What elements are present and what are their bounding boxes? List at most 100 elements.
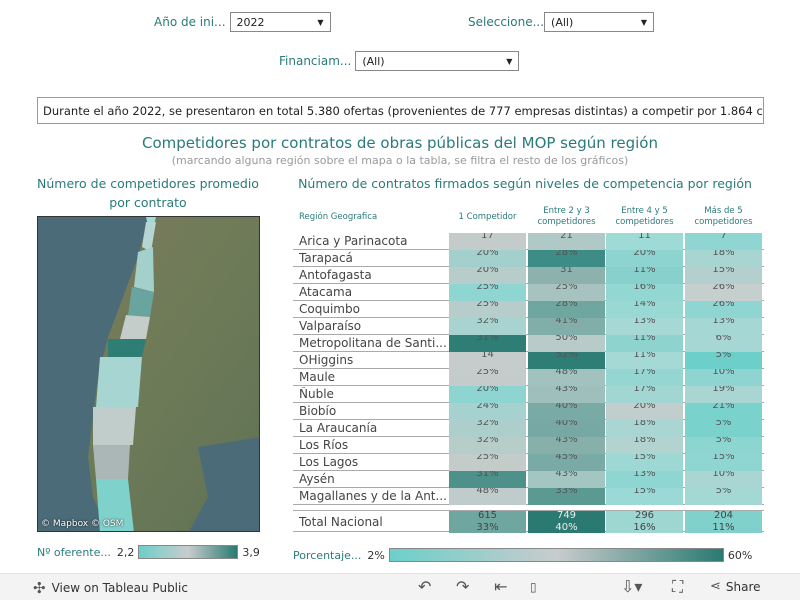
table-cell[interactable]: 32% (449, 437, 526, 454)
total-cell[interactable]: 204 11% (685, 511, 762, 533)
table-cell[interactable]: 13% (685, 318, 762, 335)
table-row[interactable]: 20% 43% 17% 19% Ñuble (293, 386, 764, 403)
region-map[interactable]: © Mapbox © OSM (37, 216, 260, 532)
share-button[interactable]: ⋖ Share (710, 579, 761, 594)
table-cell[interactable]: 10% (685, 369, 762, 386)
table-cell[interactable]: 28% (528, 301, 605, 318)
table-cell[interactable]: 11% (606, 335, 683, 352)
table-cell[interactable]: 25% (449, 454, 526, 471)
table-cell[interactable]: 43% (528, 386, 605, 403)
year-dropdown[interactable]: 2022 ▼ (229, 12, 331, 32)
table-cell[interactable]: 40% (528, 403, 605, 420)
table-cell[interactable]: 18% (606, 437, 683, 454)
region-atacama[interactable] (128, 287, 154, 317)
region-metropolitana[interactable] (108, 339, 146, 357)
table-row[interactable]: 32% 41% 13% 13% Valparaíso (293, 318, 764, 335)
table-cell[interactable]: 45% (528, 454, 605, 471)
table-cell[interactable]: 20% (449, 386, 526, 403)
table-cell[interactable]: 15% (685, 454, 762, 471)
redo-icon[interactable]: ↷ (456, 577, 469, 596)
table-cell[interactable]: 28% (528, 250, 605, 267)
table-row[interactable]: 25% 25% 16% 26% Atacama (293, 284, 764, 301)
table-row[interactable]: 20% 31 11% 15% Antofagasta (293, 267, 764, 284)
table-cell[interactable]: 25% (449, 301, 526, 318)
table-cell[interactable]: 18% (606, 420, 683, 437)
table-cell[interactable]: 26% (685, 284, 762, 301)
table-cell[interactable]: 48% (449, 488, 526, 505)
table-row[interactable]: 14 52% 11% 5% OHiggins (293, 352, 764, 369)
table-cell[interactable]: 17% (606, 369, 683, 386)
table-cell[interactable]: 17% (606, 386, 683, 403)
region-central[interactable] (96, 357, 142, 407)
table-cell[interactable]: 6% (685, 335, 762, 352)
selection-dropdown[interactable]: (All) ▼ (544, 12, 655, 32)
download-icon[interactable]: ⇩▾ (621, 577, 642, 596)
table-cell[interactable]: 13% (606, 318, 683, 335)
table-cell[interactable]: 11% (606, 352, 683, 369)
table-cell[interactable]: 13% (606, 471, 683, 488)
table-row[interactable]: 25% 48% 17% 10% Maule (293, 369, 764, 386)
table-cell[interactable]: 17 (449, 233, 526, 250)
table-cell[interactable]: 25% (449, 284, 526, 301)
table-cell[interactable]: 48% (528, 369, 605, 386)
table-cell[interactable]: 5% (685, 488, 762, 505)
total-cell[interactable]: 749 40% (528, 511, 605, 533)
table-cell[interactable]: 5% (685, 420, 762, 437)
table-row[interactable]: 31% 50% 11% 6% Metropolitana de Santi... (293, 335, 764, 352)
revert-icon[interactable]: ⇤ (494, 577, 507, 596)
table-row[interactable]: 25% 28% 14% 26% Coquimbo (293, 301, 764, 318)
table-row[interactable]: 32% 40% 18% 5% La Araucanía (293, 420, 764, 437)
table-cell[interactable]: 50% (528, 335, 605, 352)
table-row[interactable]: 31% 43% 13% 10% Aysén (293, 471, 764, 488)
table-cell[interactable]: 43% (528, 437, 605, 454)
table-cell[interactable]: 20% (449, 267, 526, 284)
table-cell[interactable]: 20% (606, 403, 683, 420)
region-south[interactable] (93, 407, 136, 445)
table-row[interactable]: 25% 45% 15% 15% Los Lagos (293, 454, 764, 471)
table-cell[interactable]: 15% (606, 488, 683, 505)
table-cell[interactable]: 11 (606, 233, 683, 250)
table-cell[interactable]: 19% (685, 386, 762, 403)
table-cell[interactable]: 43% (528, 471, 605, 488)
table-cell[interactable]: 14% (606, 301, 683, 318)
table-cell[interactable]: 31% (449, 471, 526, 488)
view-on-tableau-link[interactable]: ✣ View on Tableau Public (33, 579, 188, 597)
fullscreen-icon[interactable]: ⛶ (672, 577, 683, 597)
table-cell[interactable]: 10% (685, 471, 762, 488)
table-cell[interactable]: 11% (606, 267, 683, 284)
table-row[interactable]: 48% 33% 15% 5% Magallanes y de la Ant... (293, 488, 764, 505)
table-cell[interactable]: 24% (449, 403, 526, 420)
table-cell[interactable]: 18% (685, 250, 762, 267)
undo-icon[interactable]: ↶ (418, 577, 431, 596)
total-cell[interactable]: 296 16% (606, 511, 683, 533)
table-cell[interactable]: 21 (528, 233, 605, 250)
table-row[interactable]: 20% 28% 20% 18% Tarapacá (293, 250, 764, 267)
table-cell[interactable]: 33% (528, 488, 605, 505)
table-row[interactable]: 17 21 11 7 Arica y Parinacota (293, 233, 764, 250)
table-cell[interactable]: 32% (449, 420, 526, 437)
table-cell[interactable]: 32% (449, 318, 526, 335)
table-cell[interactable]: 16% (606, 284, 683, 301)
table-cell[interactable]: 26% (685, 301, 762, 318)
table-cell[interactable]: 25% (528, 284, 605, 301)
pause-icon[interactable]: ▯ (530, 580, 537, 594)
table-cell[interactable]: 5% (685, 352, 762, 369)
table-row[interactable]: 32% 43% 18% 5% Los Ríos (293, 437, 764, 454)
table-cell[interactable]: 20% (449, 250, 526, 267)
table-cell[interactable]: 25% (449, 369, 526, 386)
region-aysen[interactable] (93, 445, 130, 479)
table-cell[interactable]: 7 (685, 233, 762, 250)
table-cell[interactable]: 52% (528, 352, 605, 369)
total-cell[interactable]: 615 33% (449, 511, 526, 533)
table-cell[interactable]: 14 (449, 352, 526, 369)
table-cell[interactable]: 20% (606, 250, 683, 267)
financing-dropdown[interactable]: (All) ▼ (355, 51, 520, 71)
table-cell[interactable]: 5% (685, 437, 762, 454)
table-cell[interactable]: 41% (528, 318, 605, 335)
table-cell[interactable]: 31 (528, 267, 605, 284)
table-cell[interactable]: 31% (449, 335, 526, 352)
table-row[interactable]: 24% 40% 20% 21% Biobío (293, 403, 764, 420)
table-cell[interactable]: 21% (685, 403, 762, 420)
total-row[interactable]: 615 33% 749 40% 296 16% 204 11% Total Nacional (293, 510, 764, 533)
table-cell[interactable]: 15% (685, 267, 762, 284)
